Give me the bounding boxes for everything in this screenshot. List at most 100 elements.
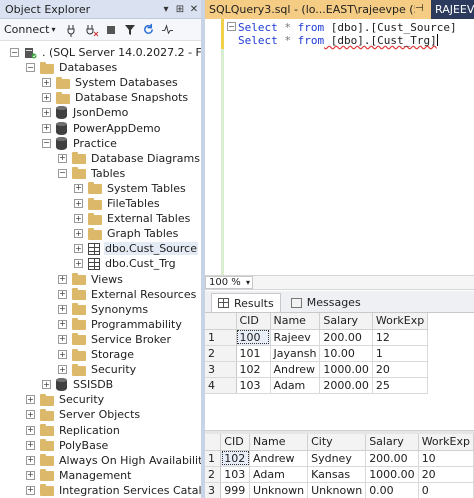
tree-node[interactable]: + FileTables [74, 196, 161, 211]
expand-icon[interactable]: + [26, 395, 35, 405]
tree-node[interactable]: + External Resources [58, 287, 197, 302]
tree-node[interactable]: + Graph Tables [74, 226, 179, 241]
code-line-2[interactable]: Select * from [dbo].[Cust_Trg] [238, 34, 438, 49]
expand-icon[interactable]: + [42, 93, 51, 103]
zoom-select[interactable]: 100 % ▾ [205, 276, 253, 289]
expand-icon[interactable]: + [26, 455, 35, 465]
table-cell[interactable]: Andrew [270, 361, 321, 378]
column-header[interactable]: CID [236, 313, 271, 330]
expand-icon[interactable]: + [42, 78, 51, 88]
table-row[interactable]: 3 999 Unknown Unknown 0.00 0 [205, 482, 474, 498]
tree-node[interactable]: + Server Objects [26, 407, 141, 422]
table-cell[interactable]: 103 [236, 377, 271, 394]
table-cell[interactable]: 103 [220, 466, 251, 483]
disconnect-icon[interactable] [84, 22, 100, 38]
table-row[interactable]: 1 100 Rajeev 200.00 12 [205, 329, 429, 346]
table-cell[interactable]: 0 [418, 482, 474, 498]
tree-node[interactable]: + PolyBase [26, 438, 109, 453]
row-number-cell[interactable]: 1 [205, 450, 222, 467]
table-cell[interactable]: 1000.00 [365, 466, 419, 483]
expand-icon[interactable]: + [26, 410, 35, 420]
table-cell[interactable]: Kansas [307, 466, 367, 483]
tree-node[interactable]: + External Tables [74, 211, 191, 226]
table-cell[interactable]: 20 [372, 361, 429, 378]
results-grid-2[interactable]: CID Name City Salary WorkExp 1 102 Andrew S… [205, 434, 474, 498]
row-number-cell[interactable]: 4 [205, 377, 237, 394]
expand-icon[interactable]: + [74, 229, 83, 239]
table-row[interactable]: 1 102 Andrew Sydney 200.00 10 [205, 450, 474, 467]
activity-monitor-icon[interactable] [160, 22, 176, 38]
table-cell[interactable]: 1000.00 [319, 361, 373, 378]
tree-node[interactable]: + Database Diagrams [58, 151, 201, 166]
table-cell[interactable]: Andrew [249, 450, 309, 467]
table-row[interactable]: 2 101 Jayansh 10.00 1 [205, 345, 429, 362]
tree-node[interactable]: − Practice [42, 136, 118, 151]
table-cell[interactable]: 2000.00 [319, 377, 373, 394]
tree-node[interactable]: + Management [26, 468, 132, 483]
expand-icon[interactable]: + [42, 123, 51, 133]
table-cell[interactable]: 102 [236, 361, 271, 378]
refresh-icon[interactable] [141, 22, 157, 38]
query-editor[interactable]: − Select * from [dbo].[Cust_Source] Sele… [205, 19, 474, 275]
table-cell[interactable]: 20 [418, 466, 474, 483]
tree-node[interactable]: + Storage [58, 347, 135, 362]
expand-icon[interactable]: + [58, 289, 67, 299]
tree-node[interactable]: + SSISDB [42, 377, 114, 392]
expand-icon[interactable]: + [74, 214, 83, 224]
column-header[interactable]: City [307, 434, 367, 451]
table-cell[interactable]: 200.00 [319, 329, 373, 346]
table-cell[interactable]: Jayansh [270, 345, 321, 362]
tree-node[interactable]: + Security [58, 362, 137, 377]
row-number-cell[interactable]: 2 [205, 345, 237, 362]
pin-icon[interactable]: ⊣ [415, 3, 427, 19]
table-row[interactable]: 2 103 Adam Kansas 1000.00 20 [205, 466, 474, 483]
table-cell[interactable]: 1 [372, 345, 429, 362]
stop-icon[interactable] [103, 22, 119, 38]
expand-icon[interactable]: + [42, 108, 51, 118]
tree-node[interactable]: + System Tables [74, 181, 187, 196]
tree-node[interactable]: + Security [26, 392, 105, 407]
tree-node[interactable]: + Views [58, 272, 124, 287]
results-grid-1[interactable]: CID Name Salary WorkExp 1 100 Rajeev 200.00… [205, 313, 474, 394]
tree-node[interactable]: + JsonDemo [42, 105, 129, 120]
filter-icon[interactable] [122, 22, 138, 38]
collapse-icon[interactable]: − [26, 63, 35, 73]
table-cell[interactable]: Adam [270, 377, 321, 394]
table-cell[interactable]: 10.00 [319, 345, 373, 362]
collapse-icon[interactable]: − [42, 138, 51, 148]
expand-icon[interactable]: + [58, 304, 67, 314]
column-header[interactable]: WorkExp [418, 434, 474, 451]
table-row[interactable]: 4 103 Adam 2000.00 25 [205, 377, 429, 394]
table-cell[interactable]: 12 [372, 329, 429, 346]
tree-node[interactable]: + Database Snapshots [42, 90, 189, 105]
table-cell[interactable]: 25 [372, 377, 429, 394]
expand-icon[interactable]: + [58, 319, 67, 329]
collapse-icon[interactable]: − [10, 48, 19, 57]
window-position-dropdown-icon[interactable]: ▾ [159, 4, 173, 15]
auto-hide-pin-icon[interactable]: ⊞ [173, 4, 187, 15]
table-cell[interactable]: 102 [220, 450, 251, 467]
collapse-icon[interactable]: − [227, 22, 236, 31]
column-header[interactable]: WorkExp [372, 313, 429, 330]
tab-sqlquery3[interactable]: SQLQuery3.sql - (lo...EAST\rajeevpe (53)… [205, 0, 431, 19]
tab-messages[interactable]: Messages [285, 293, 367, 312]
table-cell[interactable]: 10 [418, 450, 474, 467]
tree-node[interactable]: + System Databases [42, 75, 179, 90]
table-cell[interactable]: Adam [249, 466, 309, 483]
column-header[interactable]: Salary [365, 434, 419, 451]
table-cell[interactable]: 999 [220, 482, 251, 498]
expand-icon[interactable]: + [26, 425, 35, 435]
table-cell[interactable]: 0.00 [365, 482, 419, 498]
row-number-cell[interactable]: 3 [205, 482, 222, 498]
expand-icon[interactable]: + [26, 485, 35, 495]
connect-plug-icon[interactable] [65, 22, 81, 38]
expand-icon[interactable]: + [58, 153, 67, 163]
tree-node[interactable]: + Programmability [58, 317, 183, 332]
expand-icon[interactable]: + [58, 350, 67, 359]
connect-button[interactable]: Connect ▾ [4, 23, 56, 36]
tree-node[interactable]: + Always On High Availability [26, 453, 201, 468]
row-number-cell[interactable]: 2 [205, 466, 222, 483]
tab-results[interactable]: Results [211, 293, 281, 312]
table-cell[interactable]: 100 [236, 329, 271, 346]
table-cell[interactable]: Rajeev [270, 329, 321, 346]
